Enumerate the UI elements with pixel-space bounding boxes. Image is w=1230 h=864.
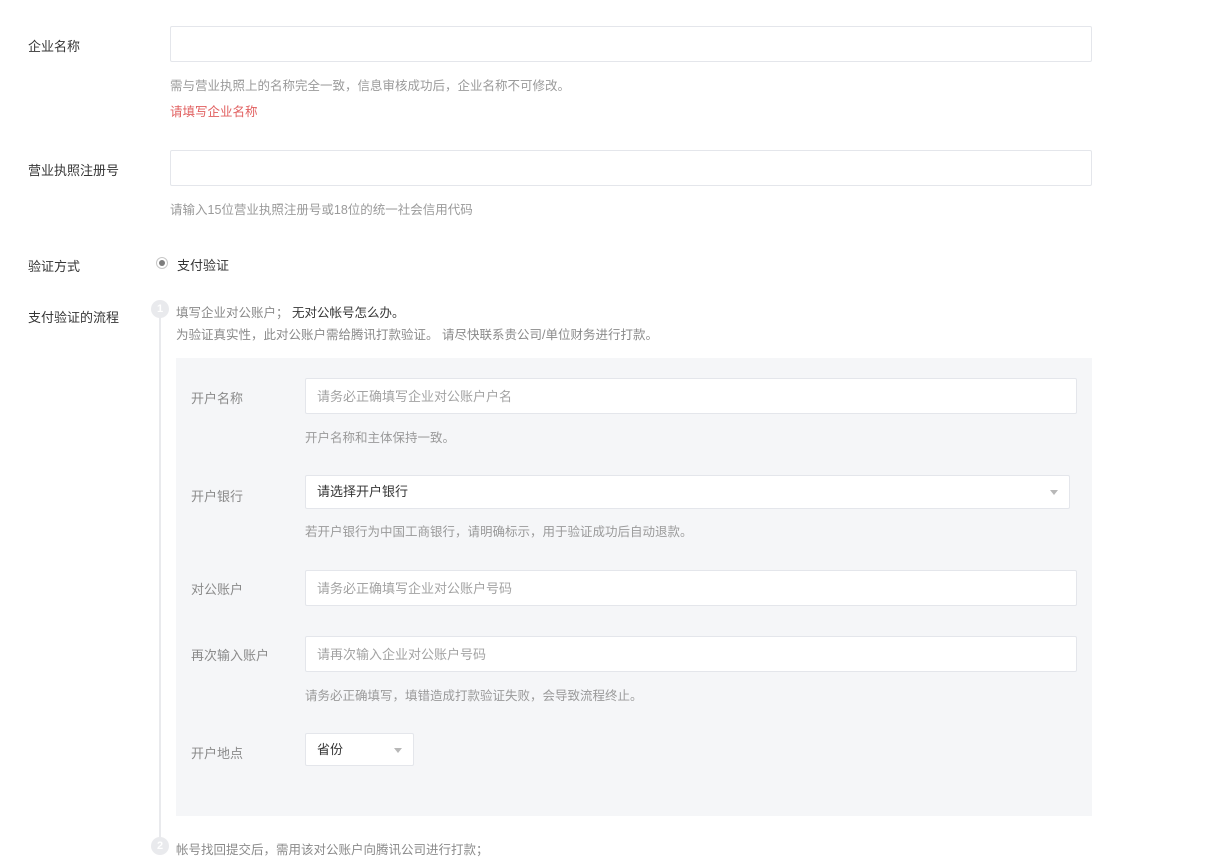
verification-method-label: 验证方式 bbox=[28, 259, 81, 274]
account-number-confirm-input[interactable] bbox=[305, 636, 1077, 672]
bank-hint: 若开户银行为中国工商银行，请明确标示，用于验证成功后自动退款。 bbox=[305, 525, 693, 539]
account-name-label: 开户名称 bbox=[191, 391, 244, 406]
no-corporate-account-link[interactable]: 无对公帐号怎么办。 bbox=[292, 306, 405, 320]
company-name-hint: 需与营业执照上的名称完全一致，信息审核成功后，企业名称不可修改。 bbox=[170, 79, 571, 93]
license-number-hint: 请输入15位营业执照注册号或18位的统一社会信用代码 bbox=[170, 203, 473, 217]
account-name-hint: 开户名称和主体保持一致。 bbox=[305, 431, 456, 445]
payment-flow-label: 支付验证的流程 bbox=[28, 310, 120, 325]
account-number-confirm-label: 再次输入账户 bbox=[191, 648, 270, 663]
account-number-label: 对公账户 bbox=[191, 582, 244, 597]
company-name-label: 企业名称 bbox=[28, 39, 81, 54]
step-2-badge: 2 bbox=[151, 837, 169, 855]
location-label: 开户地点 bbox=[191, 746, 244, 761]
license-number-label: 营业执照注册号 bbox=[28, 163, 120, 178]
bank-select-value: 请选择开户银行 bbox=[317, 484, 409, 499]
step-1-description: 为验证真实性，此对公账户需给腾讯打款验证。 请尽快联系贵公司/单位财务进行打款。 bbox=[176, 328, 658, 342]
step-1-title-row: 填写企业对公账户； 无对公帐号怎么办。 bbox=[176, 302, 405, 321]
company-name-input[interactable] bbox=[170, 26, 1092, 62]
company-name-error: 请填写企业名称 bbox=[170, 105, 258, 119]
step-connector-line bbox=[159, 310, 161, 840]
account-name-input[interactable] bbox=[305, 378, 1077, 414]
account-form-panel: 开户名称 开户名称和主体保持一致。 开户银行 请选择开户银行 若开户银行为中国工… bbox=[176, 358, 1092, 816]
payment-verification-option-label[interactable]: 支付验证 bbox=[177, 255, 229, 274]
chevron-down-icon bbox=[1050, 490, 1058, 495]
bank-label: 开户银行 bbox=[191, 489, 244, 504]
chevron-down-icon bbox=[394, 748, 402, 753]
account-number-input[interactable] bbox=[305, 570, 1077, 606]
province-select[interactable]: 省份 bbox=[305, 733, 414, 766]
account-number-confirm-hint: 请务必正确填写，填错造成打款验证失败，会导致流程终止。 bbox=[305, 689, 643, 703]
step-2-text: 帐号找回提交后，需用该对公账户向腾讯公司进行打款； bbox=[176, 843, 489, 857]
step-1-badge: 1 bbox=[151, 300, 169, 318]
bank-select[interactable]: 请选择开户银行 bbox=[305, 475, 1070, 509]
radio-selected-dot bbox=[159, 260, 165, 266]
license-number-input[interactable] bbox=[170, 150, 1092, 186]
step-1-title: 填写企业对公账户； bbox=[176, 306, 289, 320]
province-select-value: 省份 bbox=[317, 742, 344, 757]
payment-verification-radio[interactable] bbox=[156, 257, 168, 269]
